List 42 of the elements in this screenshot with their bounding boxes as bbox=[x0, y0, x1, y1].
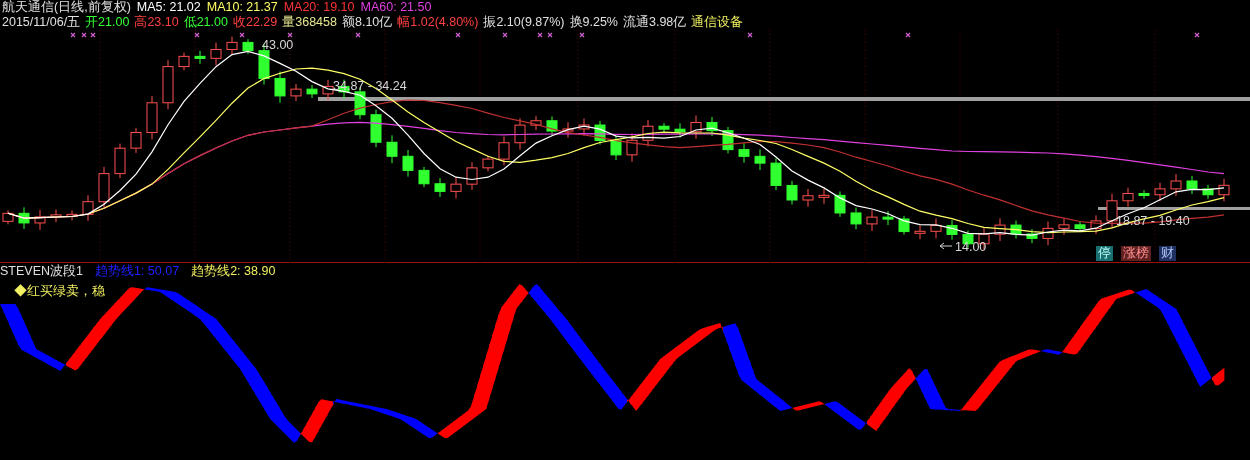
moving-average-value: MA60: 21.50 bbox=[360, 0, 432, 15]
cross-mark-icon bbox=[81, 32, 87, 38]
cross-mark-icon bbox=[90, 32, 96, 38]
cross-mark-icon bbox=[905, 32, 911, 38]
quote-value: 幅1.02(4.80%) bbox=[397, 15, 479, 30]
info-tag[interactable]: 财 bbox=[1159, 246, 1176, 261]
cross-mark-icon bbox=[455, 32, 461, 38]
moving-average-value: MA10: 21.37 bbox=[206, 0, 278, 15]
cross-mark-icon bbox=[1194, 32, 1200, 38]
quote-value: 低21.00 bbox=[183, 15, 228, 30]
quote-value: 额8.10亿 bbox=[341, 15, 393, 30]
cross-mark-icon bbox=[579, 32, 585, 38]
quote-value: 通信设备 bbox=[691, 15, 744, 30]
quote-value: 流通3.98亿 bbox=[622, 15, 687, 30]
cross-mark-icon bbox=[70, 32, 76, 38]
trend-line-value: 趋势线2: 38.90 bbox=[191, 264, 276, 279]
quote-value: 高23.10 bbox=[134, 15, 179, 30]
cross-mark-icon bbox=[194, 32, 200, 38]
moving-average-value: MA20: 19.10 bbox=[283, 0, 355, 15]
indicator-note: ◆红买绿卖，稳 bbox=[14, 284, 105, 298]
cross-mark-icon bbox=[287, 32, 293, 38]
info-tag[interactable]: 停 bbox=[1096, 246, 1113, 261]
cross-mark-icon bbox=[547, 32, 553, 38]
cross-mark-icon bbox=[355, 32, 361, 38]
quote-value: 量368458 bbox=[282, 15, 337, 30]
stock-title: 航天通信(日线,前复权) bbox=[2, 0, 131, 15]
cross-mark-icon bbox=[502, 32, 508, 38]
trend-line-value: 趋势线1: 50.07 bbox=[94, 264, 180, 279]
moving-average-value: MA5: 21.02 bbox=[136, 0, 201, 15]
price-label: 14.00 bbox=[955, 240, 987, 255]
quote-value: 开21.00 bbox=[85, 15, 130, 30]
info-tag[interactable]: 涨榜 bbox=[1121, 246, 1151, 261]
cross-mark-icon bbox=[747, 32, 753, 38]
cross-mark-icon bbox=[239, 32, 245, 38]
indicator-name: STEVEN波段1 bbox=[0, 264, 83, 279]
quote-value: 2015/11/06/五 bbox=[2, 15, 81, 30]
quote-value: 收22.29 bbox=[232, 15, 278, 30]
price-label: 43.00 bbox=[262, 38, 294, 53]
cross-mark-icon bbox=[537, 32, 543, 38]
quote-value: 振2.10(9.87%) bbox=[483, 15, 565, 30]
arrow-icon bbox=[939, 242, 953, 250]
quote-value: 换9.25% bbox=[569, 15, 618, 30]
